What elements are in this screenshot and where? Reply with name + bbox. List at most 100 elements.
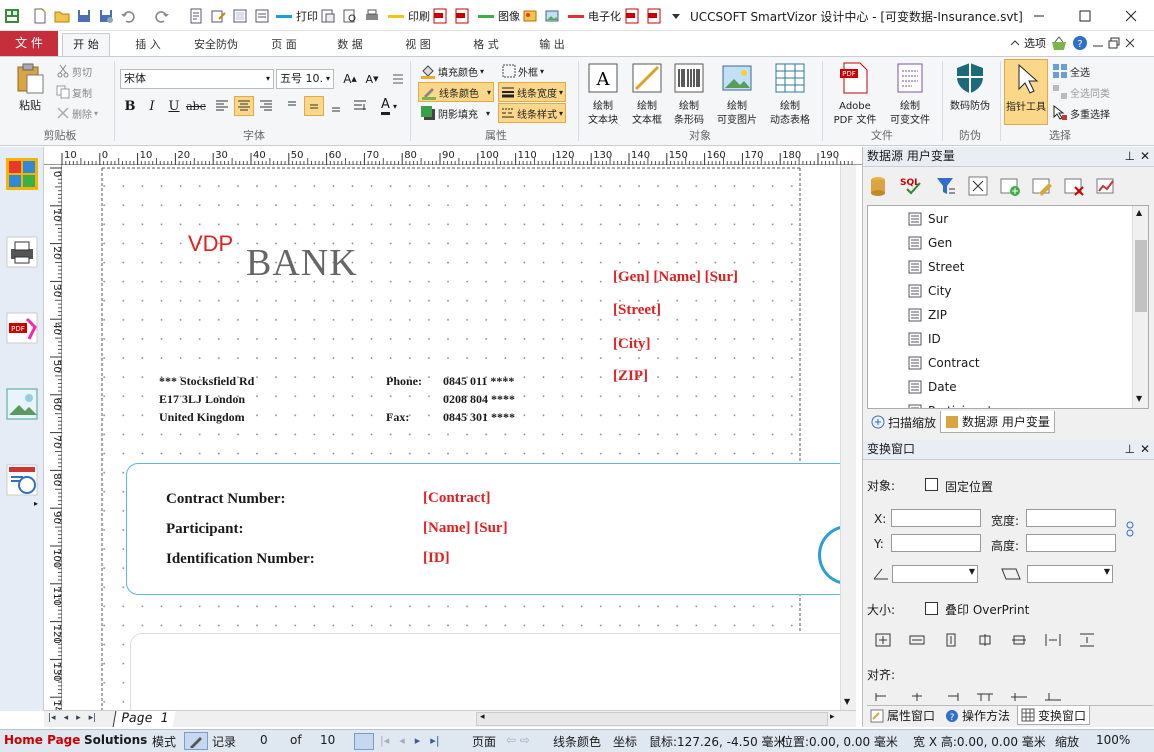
edit-icon[interactable] (210, 7, 226, 25)
variable-item[interactable]: Participant (908, 400, 992, 409)
ribbon-restore-icon[interactable] (1108, 37, 1120, 49)
edit-variable-icon[interactable] (1031, 175, 1053, 197)
phone-1[interactable]: 0845 011 **** (443, 374, 514, 389)
database-icon[interactable] (867, 175, 889, 197)
address-line-1[interactable]: *** Stocksfield Rd (159, 374, 254, 389)
x-input[interactable] (891, 509, 981, 527)
digital-security-button[interactable]: 数码防伪 (946, 61, 994, 113)
draw-variable-file-button[interactable]: 绘制 可变文件 (884, 61, 936, 127)
redo-icon[interactable] (154, 7, 170, 25)
print-button[interactable]: 打印 (276, 7, 318, 25)
scroll-down-arrow[interactable]: ▼ (844, 697, 850, 706)
color-grid-icon[interactable] (5, 157, 39, 191)
rotation-select[interactable]: ▼ (892, 565, 978, 583)
delete-variable-icon[interactable] (1063, 175, 1085, 197)
center-both-icon[interactable] (875, 633, 891, 647)
layout-icon[interactable] (232, 7, 248, 25)
adobe-pdf-button[interactable]: PDFAdobe PDF 文件 (828, 61, 882, 127)
tab-user-variables[interactable]: 数据源 用户变量 (940, 411, 1055, 433)
align-center-icon[interactable] (909, 693, 925, 701)
variable-item[interactable]: Date (908, 376, 957, 398)
variable-item[interactable]: City (908, 280, 952, 302)
center-horizontal-icon[interactable] (977, 633, 993, 647)
ribbon-minimize-icon[interactable] (1092, 37, 1104, 49)
variable-item[interactable]: ZIP (908, 304, 947, 326)
add-variable-icon[interactable] (999, 175, 1021, 197)
page-tab[interactable]: Page 1 (113, 711, 176, 727)
print-preview-icon[interactable] (320, 7, 336, 25)
grow-font-button[interactable]: A▲ (340, 69, 360, 89)
tab-file[interactable]: 文 件 (0, 31, 58, 56)
line-width-button[interactable]: 线条宽度▾ (498, 82, 566, 102)
valign-top-button[interactable] (282, 96, 302, 116)
fill-color-button[interactable]: 填充颜色▾ (420, 61, 484, 81)
align-bottom-icon[interactable] (1045, 693, 1061, 701)
line-color-button[interactable]: 线条颜色▾ (418, 82, 494, 102)
record-value[interactable]: 0 (260, 733, 268, 747)
pin-icon[interactable]: ⊥ (1125, 147, 1135, 166)
identification-number-label[interactable]: Identification Number: (166, 551, 315, 568)
canvas-vertical-scrollbar[interactable]: ▼ (840, 165, 856, 710)
participant-label[interactable]: Participant: (166, 521, 243, 538)
address-line-2[interactable]: E17 3LJ London (159, 392, 245, 407)
delete-button[interactable]: 删除▾ (56, 103, 98, 123)
pdf-variable-icon[interactable] (624, 7, 640, 25)
help-icon[interactable]: ? (1072, 35, 1088, 51)
save-as-icon[interactable] (98, 7, 114, 25)
chart-variable-icon[interactable] (1095, 175, 1117, 197)
picture-icon[interactable] (544, 7, 560, 25)
align-center-button[interactable] (234, 96, 254, 116)
web-module-icon[interactable] (5, 463, 39, 497)
panel-close-icon[interactable]: ✕ (1140, 440, 1150, 459)
sql-icon[interactable]: SQL (899, 175, 925, 197)
collapse-ribbon-icon[interactable] (1010, 38, 1020, 48)
distribute-horizontal-icon[interactable] (1045, 633, 1061, 647)
solutions-link[interactable]: Solutions (84, 733, 147, 747)
shrink-font-button[interactable]: A▼ (362, 69, 382, 89)
font-name-select[interactable]: 宋体▾ (120, 69, 274, 89)
lock-ratio-icon[interactable] (1125, 521, 1135, 537)
variable-item[interactable]: ID (908, 328, 941, 350)
overprint-checkbox[interactable] (925, 602, 938, 615)
variable-item[interactable]: Sur (908, 208, 948, 230)
height-input[interactable] (1026, 534, 1116, 552)
tab-insert[interactable]: 插 入 (124, 35, 172, 56)
pdf-module-icon[interactable]: PDF (5, 311, 39, 345)
scroll-left-arrow[interactable]: ◂ (480, 712, 485, 722)
panel-close-icon[interactable]: ✕ (1140, 147, 1150, 166)
page-nav-arrows[interactable]: |◂◂▸▸| (48, 713, 96, 723)
recipient-city-field[interactable]: [City] (613, 336, 651, 353)
same-width-icon[interactable] (909, 633, 925, 647)
phone-label[interactable]: Phone: (386, 374, 422, 389)
align-right-button[interactable] (256, 96, 276, 116)
variable-item[interactable]: Street (908, 256, 964, 278)
tree-scrollbar[interactable]: ▲ ▼ (1132, 206, 1148, 408)
imprint-button[interactable]: 印刷 (388, 7, 430, 25)
mode-toggle-button[interactable] (184, 732, 208, 750)
filter-icon[interactable] (935, 175, 957, 197)
draw-table-button[interactable]: 绘制 动态表格 (764, 61, 816, 127)
skew-select[interactable]: ▼ (1027, 565, 1113, 583)
recipient-street-field[interactable]: [Street] (613, 302, 661, 319)
pdf-batch-icon[interactable] (646, 7, 662, 25)
draw-textblock-button[interactable]: A绘制 文本块 (582, 61, 624, 127)
font-color-button[interactable]: A▾ (374, 96, 404, 116)
multi-select-button[interactable]: 多重选择 (1052, 103, 1110, 123)
contract-number-label[interactable]: Contract Number: (166, 491, 286, 508)
valign-bottom-button[interactable] (326, 96, 346, 116)
distribute-vertical-icon[interactable] (1079, 633, 1095, 647)
variables-tree[interactable]: SurGenStreetCityZIPIDContractDatePartici… (867, 205, 1149, 409)
fax-label[interactable]: Fax: (386, 410, 409, 425)
variable-item[interactable]: Contract (908, 352, 980, 374)
same-height-icon[interactable] (943, 633, 959, 647)
quick-access-dropdown-icon[interactable] (668, 7, 684, 25)
bold-button[interactable]: B (120, 96, 140, 116)
tab-page[interactable]: 页 面 (260, 35, 308, 56)
paste-button[interactable]: 粘贴 (12, 61, 48, 112)
select-same-button[interactable]: 全选同类 (1052, 82, 1110, 102)
template-icon[interactable] (254, 7, 270, 25)
printer-icon[interactable] (364, 7, 380, 25)
tab-transform[interactable]: 变换窗口 (1017, 706, 1090, 725)
tab-view[interactable]: 视 图 (394, 35, 442, 56)
recipient-zip-field[interactable]: [ZIP] (613, 368, 648, 385)
